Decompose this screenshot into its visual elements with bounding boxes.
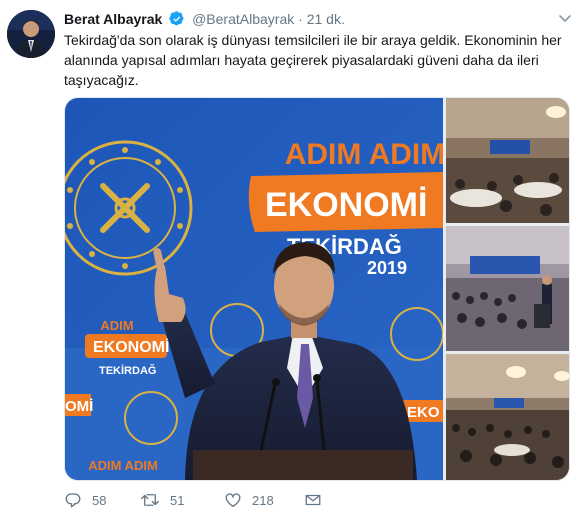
- tweet-actions: 58 51 218: [64, 488, 544, 512]
- bottom-banner-line1: ADIM ADIM: [88, 458, 158, 473]
- reply-button[interactable]: 58: [64, 488, 106, 512]
- timestamp[interactable]: 21 dk.: [307, 11, 345, 27]
- chevron-down-icon[interactable]: [557, 10, 573, 31]
- main-photo[interactable]: ADIM ADIM EKONOMİ TEKİRDAĞ 2019 ADIM EKO…: [65, 98, 443, 480]
- small-banner-line2: EKONOMİ: [93, 338, 169, 356]
- media-grid: ADIM ADIM EKONOMİ TEKİRDAĞ 2019 ADIM EKO…: [64, 97, 570, 481]
- banner-line2: EKONOMİ: [265, 186, 427, 224]
- small-banner-line1: ADIM: [100, 318, 133, 333]
- like-icon: [224, 491, 242, 509]
- reply-icon: [64, 491, 82, 509]
- separator-dot: ·: [298, 11, 303, 27]
- retweet-button[interactable]: 51: [140, 488, 184, 512]
- like-button[interactable]: 218: [224, 488, 274, 512]
- share-icon: [304, 491, 322, 509]
- avatar[interactable]: [7, 10, 55, 58]
- retweet-icon: [140, 491, 160, 509]
- banner-year: 2019: [367, 258, 407, 278]
- like-count: 218: [252, 492, 274, 508]
- right-banner-line2: EKO: [407, 404, 440, 421]
- banner-line1: ADIM ADIM: [285, 138, 443, 171]
- author-name[interactable]: Berat Albayrak: [64, 11, 162, 27]
- share-button[interactable]: [304, 488, 322, 512]
- tweet[interactable]: Berat Albayrak @BeratAlbayrak · 21 dk. T…: [0, 0, 583, 531]
- author-handle[interactable]: @BeratAlbayrak: [192, 11, 294, 27]
- side-photo-2[interactable]: [446, 226, 569, 351]
- side-photo-3[interactable]: [446, 354, 569, 480]
- verified-badge-icon: [169, 11, 185, 31]
- side-photo-1[interactable]: [446, 98, 569, 223]
- small-banner-city: TEKİRDAĞ: [99, 364, 156, 377]
- reply-count: 58: [92, 492, 107, 508]
- tweet-text: Tekirdağ'da son olarak iş dünyası temsil…: [64, 32, 562, 88]
- left-banner-line2: OMİ: [65, 398, 93, 415]
- tweet-header: Berat Albayrak @BeratAlbayrak · 21 dk.: [64, 10, 345, 31]
- retweet-count: 51: [170, 492, 185, 508]
